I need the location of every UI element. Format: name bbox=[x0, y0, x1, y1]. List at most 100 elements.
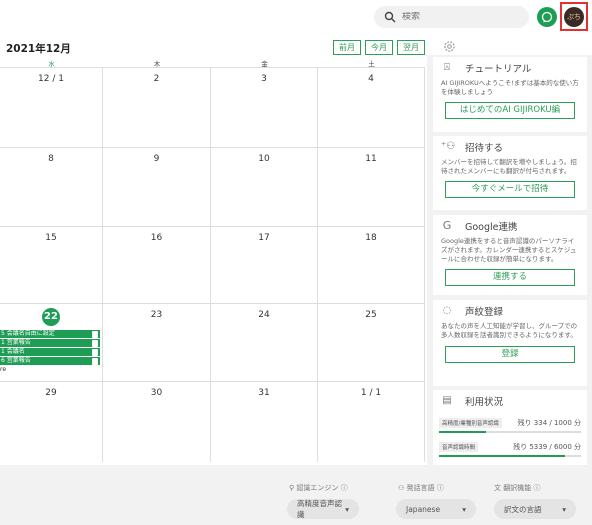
search-icon bbox=[384, 11, 396, 23]
calendar-event[interactable]: 5 会議名自由に設定 bbox=[0, 330, 100, 338]
presentation-icon: ⍓ bbox=[444, 62, 450, 73]
calendar-day-today[interactable]: 22 5 会議名自由に設定 1 営業報告 1 会議名 6 営業報告 re bbox=[0, 304, 103, 381]
usage-row: 音声認識時間 残り 5339 / 6000 分 bbox=[433, 442, 587, 452]
calendar-day[interactable]: 11 bbox=[318, 148, 425, 226]
weekday-label: 水 bbox=[48, 60, 55, 68]
day-number: 10 bbox=[258, 154, 270, 164]
weekday-label: 木 bbox=[153, 60, 161, 68]
translate-value: 訳文の言語 bbox=[504, 504, 542, 514]
usage-row: 高精度/業種別音声認識 残り 334 / 1000 分 bbox=[433, 418, 587, 428]
day-number: 23 bbox=[150, 310, 163, 320]
card-title: チュートリアル bbox=[465, 64, 532, 75]
day-number: 25 bbox=[365, 310, 377, 320]
calendar-day[interactable]: 3 bbox=[211, 68, 318, 147]
translate-label-text: 翻訳機能 bbox=[503, 484, 532, 492]
calendar-week: 8 9 10 11 bbox=[0, 148, 425, 227]
engine-select[interactable]: 高精度音声認識 ▾ bbox=[287, 499, 359, 519]
usage-icon: ▤ bbox=[442, 395, 452, 406]
card-text: メンバーを招待して翻訳を増やしましょう。招待されたメンバーにも翻訳が付与されます… bbox=[441, 158, 577, 175]
document-icon bbox=[92, 330, 98, 338]
usage-value: 残り 5339 / 6000 分 bbox=[513, 443, 581, 451]
translate-select[interactable]: 訳文の言語 ▾ bbox=[494, 499, 576, 519]
calendar-day[interactable]: 18 bbox=[318, 227, 425, 303]
more-events-link[interactable]: re bbox=[0, 366, 100, 374]
calendar-day[interactable]: 10 bbox=[211, 148, 318, 226]
language-value: Japanese bbox=[406, 504, 441, 514]
calendar-event[interactable]: 1 会議名 bbox=[0, 348, 100, 356]
calendar-day[interactable]: 8 bbox=[0, 148, 103, 226]
calendar-day[interactable]: 29 bbox=[0, 382, 103, 462]
month-nav: 前月 今月 翌月 bbox=[333, 40, 425, 55]
chevron-down-icon: ▾ bbox=[345, 504, 349, 514]
card-title: 利用状況 bbox=[465, 397, 504, 408]
tutorial-button[interactable]: はじめてのAI GIJIROKU編 bbox=[445, 102, 575, 119]
calendar-day[interactable]: 23 bbox=[103, 304, 211, 381]
calendar-day[interactable]: 1 / 1 bbox=[318, 382, 425, 462]
language-select[interactable]: Japanese ▾ bbox=[396, 499, 476, 519]
google-connect-button[interactable]: 連携する bbox=[445, 269, 575, 286]
calendar-day[interactable]: 15 bbox=[0, 227, 103, 303]
next-month-button[interactable]: 翌月 bbox=[397, 40, 425, 55]
weekday-label: 金 bbox=[261, 60, 268, 68]
usage-bar-fill bbox=[439, 455, 566, 457]
calendar-day[interactable]: 9 bbox=[103, 148, 211, 226]
calendar-day[interactable]: 30 bbox=[103, 382, 211, 462]
usage-card: ▤ 利用状況 高精度/業種別音声認識 残り 334 / 1000 分 音声認識時間… bbox=[433, 390, 587, 465]
translate-icon: 文 bbox=[494, 484, 504, 492]
day-number: 12 / 1 bbox=[38, 74, 64, 84]
calendar-day[interactable]: 12 / 1 bbox=[0, 68, 103, 147]
calendar-event[interactable]: 6 営業報告 bbox=[0, 357, 100, 365]
usage-tag: 音声認識時間 bbox=[439, 442, 479, 452]
invite-email-button[interactable]: 今すぐメールで招待 bbox=[445, 181, 575, 198]
event-title: 6 営業報告 bbox=[1, 357, 31, 364]
day-number: 15 bbox=[45, 233, 57, 243]
event-list: 5 会議名自由に設定 1 営業報告 1 会議名 6 営業報告 re bbox=[0, 330, 100, 374]
day-number: 18 bbox=[365, 233, 377, 243]
card-text: あなたの声を人工知能が学習し、グループでの多人数収録を話者識別できるようになりま… bbox=[441, 322, 578, 339]
calendar-week: 15 16 17 18 bbox=[0, 227, 425, 304]
usage-bar bbox=[439, 431, 581, 433]
today-badge: 22 bbox=[42, 308, 60, 326]
calendar-event[interactable]: 1 営業報告 bbox=[0, 339, 100, 347]
chevron-down-icon: ▾ bbox=[462, 504, 466, 514]
side-panel: ⍓ チュートリアル AI GIJIROKUへようこそ!まずは基本的な使い方を体験し… bbox=[427, 55, 592, 465]
engine-value: 高精度音声認識 bbox=[297, 499, 342, 519]
calendar-day[interactable]: 4 bbox=[318, 68, 425, 147]
translate-label: 文 翻訳機能 ⓘ bbox=[494, 484, 541, 492]
tutorial-card: ⍓ チュートリアル AI GIJIROKUへようこそ!まずは基本的な使い方を体験し… bbox=[433, 57, 587, 132]
search-box[interactable] bbox=[374, 6, 529, 28]
current-month-button[interactable]: 今月 bbox=[365, 40, 393, 55]
day-number: 3 bbox=[261, 74, 267, 84]
day-number: 1 / 1 bbox=[360, 388, 382, 398]
card-text: AI GIJIROKUへようこそ!まずは基本的な使い方を体験しましょう bbox=[441, 79, 579, 96]
weekday-label: 土 bbox=[368, 60, 375, 68]
invite-card: ⁺⚇ 招待する メンバーを招待して翻訳を増やしましょう。招待されたメンバーにも翻訳… bbox=[433, 136, 587, 210]
calendar-day[interactable]: 17 bbox=[211, 227, 318, 303]
language-label-text: 発話言語 bbox=[406, 484, 435, 492]
voiceprint-register-button[interactable]: 登録 bbox=[445, 346, 575, 363]
calendar-grid: 水 木 金 土 12 / 1 2 3 4 8 9 10 11 15 16 17 … bbox=[0, 60, 425, 462]
calendar-day[interactable]: 24 bbox=[211, 304, 318, 381]
day-number: 31 bbox=[258, 388, 270, 398]
usage-tag: 高精度/業種別音声認識 bbox=[439, 418, 502, 428]
calendar-day[interactable]: 2 bbox=[103, 68, 211, 147]
day-number: 16 bbox=[150, 233, 163, 243]
avatar[interactable]: ぷち bbox=[564, 6, 584, 27]
calendar-day[interactable]: 16 bbox=[103, 227, 211, 303]
document-icon bbox=[92, 348, 98, 356]
calendar-day[interactable]: 25 bbox=[318, 304, 425, 381]
gear-icon[interactable] bbox=[443, 40, 456, 53]
prev-month-button[interactable]: 前月 bbox=[333, 40, 361, 55]
calendar-day[interactable]: 31 bbox=[211, 382, 318, 462]
chat-icon bbox=[541, 11, 553, 23]
voiceprint-icon: ◌ bbox=[442, 305, 452, 316]
chat-button[interactable] bbox=[537, 7, 557, 27]
event-title: 1 営業報告 bbox=[1, 339, 31, 346]
avatar-highlight[interactable]: ぷち bbox=[560, 2, 588, 31]
search-input[interactable] bbox=[402, 12, 522, 22]
chevron-down-icon: ▾ bbox=[562, 504, 566, 514]
invite-users-icon: ⁺⚇ bbox=[441, 141, 456, 152]
calendar-week: 12 / 1 2 3 4 bbox=[0, 68, 425, 148]
event-title: 5 会議名自由に設定 bbox=[1, 330, 55, 337]
day-number: 9 bbox=[153, 154, 160, 164]
